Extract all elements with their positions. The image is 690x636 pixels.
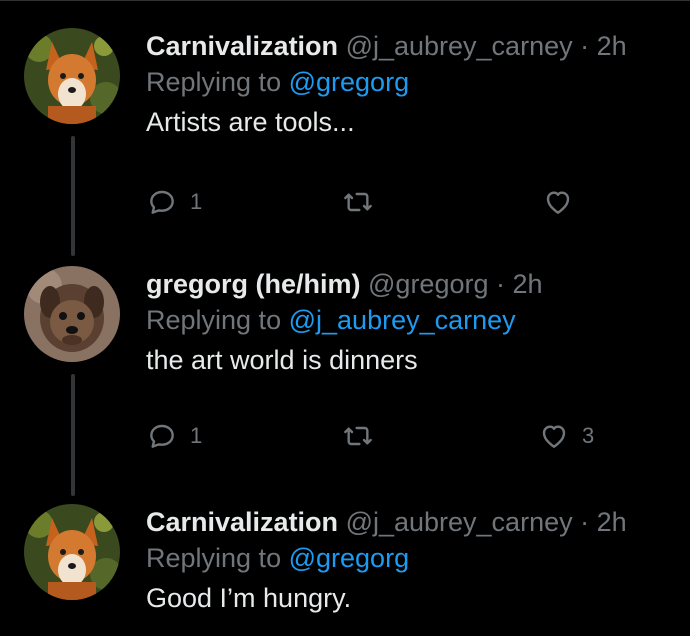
user-handle[interactable]: @j_aubrey_carney bbox=[346, 507, 573, 537]
reply-button[interactable]: 1 bbox=[146, 420, 202, 452]
reply-button[interactable]: 1 bbox=[146, 186, 202, 218]
separator-dot: · bbox=[496, 269, 506, 299]
retweet-button[interactable] bbox=[342, 186, 386, 218]
replying-to-line: Replying to @gregorg bbox=[146, 540, 670, 576]
tweet-text: Artists are tools... bbox=[146, 107, 355, 137]
replying-to-line: Replying to @gregorg bbox=[146, 64, 670, 100]
tweet-header: Carnivalization @j_aubrey_carney · 2h bbox=[146, 504, 670, 540]
tweet-text: Good I’m hungry. bbox=[146, 583, 352, 613]
action-bar: 1 3 bbox=[146, 420, 606, 460]
tweet-header: Carnivalization @j_aubrey_carney · 2h bbox=[146, 28, 670, 64]
separator-dot: · bbox=[580, 507, 590, 537]
heart-icon bbox=[546, 191, 570, 214]
top-divider bbox=[0, 0, 690, 1]
mention-link[interactable]: @gregorg bbox=[289, 543, 409, 573]
replying-to-label: Replying to bbox=[146, 67, 282, 97]
mention-link[interactable]: @gregorg bbox=[289, 67, 409, 97]
user-handle[interactable]: @gregorg bbox=[368, 269, 488, 299]
timestamp[interactable]: 2h bbox=[513, 269, 543, 299]
thread-connector bbox=[71, 136, 75, 256]
timestamp[interactable]: 2h bbox=[597, 507, 627, 537]
like-count: 3 bbox=[582, 423, 595, 448]
reply-bubble-icon bbox=[150, 190, 174, 214]
tweet-3[interactable]: Carnivalization @j_aubrey_carney · 2h Re… bbox=[0, 504, 690, 636]
heart-icon bbox=[542, 425, 566, 448]
separator-dot: · bbox=[580, 31, 590, 61]
reply-count: 1 bbox=[190, 423, 203, 448]
like-button[interactable] bbox=[542, 186, 586, 218]
tweet-2[interactable]: gregorg (he/him) @gregorg · 2h Replying … bbox=[0, 266, 690, 496]
retweet-button[interactable] bbox=[342, 420, 386, 452]
tweet-text: the art world is dinners bbox=[146, 345, 418, 375]
fox-avatar[interactable] bbox=[24, 504, 120, 600]
timestamp[interactable]: 2h bbox=[597, 31, 627, 61]
tweet-body: Carnivalization @j_aubrey_carney · 2h Re… bbox=[146, 504, 670, 616]
display-name[interactable]: Carnivalization bbox=[146, 507, 338, 537]
fox-avatar[interactable] bbox=[24, 28, 120, 124]
display-name[interactable]: gregorg (he/him) bbox=[146, 269, 361, 299]
tweet-1[interactable]: Carnivalization @j_aubrey_carney · 2h Re… bbox=[0, 28, 690, 258]
tweet-header: gregorg (he/him) @gregorg · 2h bbox=[146, 266, 670, 302]
action-bar: 1 bbox=[146, 186, 606, 226]
replying-to-line: Replying to @j_aubrey_carney bbox=[146, 302, 670, 338]
user-handle[interactable]: @j_aubrey_carney bbox=[346, 31, 573, 61]
dog-avatar[interactable] bbox=[24, 266, 120, 362]
replying-to-label: Replying to bbox=[146, 543, 282, 573]
retweet-icon bbox=[344, 192, 372, 212]
mention-link[interactable]: @j_aubrey_carney bbox=[289, 305, 516, 335]
reply-count: 1 bbox=[190, 189, 203, 214]
like-button[interactable]: 3 bbox=[538, 420, 594, 452]
thread-connector bbox=[71, 374, 75, 496]
tweet-body: Carnivalization @j_aubrey_carney · 2h Re… bbox=[146, 28, 670, 140]
display-name[interactable]: Carnivalization bbox=[146, 31, 338, 61]
reply-bubble-icon bbox=[150, 424, 174, 448]
retweet-icon bbox=[344, 426, 372, 446]
tweet-body: gregorg (he/him) @gregorg · 2h Replying … bbox=[146, 266, 670, 378]
replying-to-label: Replying to bbox=[146, 305, 282, 335]
